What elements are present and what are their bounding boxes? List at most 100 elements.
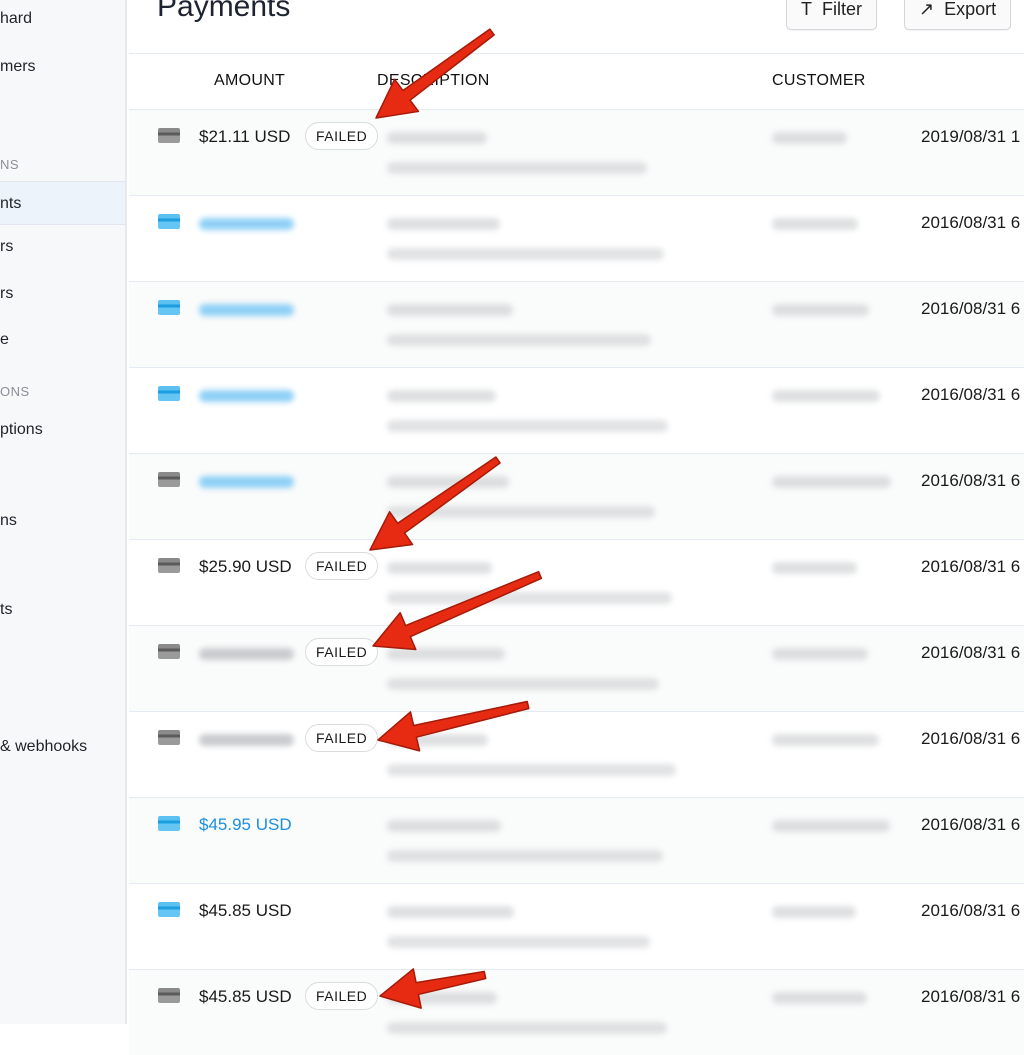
sidebar-item-subscriptions[interactable]: ptions (0, 421, 43, 439)
credit-card-icon (158, 730, 180, 745)
main-content: Payments T Filter ↗ Export AMOUNT DESCRI… (129, 0, 1024, 1055)
amount: $45.85 USD (199, 987, 292, 1006)
sidebar-item[interactable]: rs (0, 285, 13, 303)
blurred-description (387, 906, 514, 918)
blurred-amount (199, 734, 294, 746)
filter-icon: T (801, 0, 812, 19)
date: 2016/08/31 6 (921, 901, 1021, 920)
blurred-customer (772, 476, 891, 488)
date: 2016/08/31 6 (921, 815, 1021, 834)
blurred-customer (772, 734, 879, 746)
date: 2016/08/31 6 (921, 729, 1021, 748)
sidebar-item[interactable]: ts (0, 601, 12, 619)
credit-card-icon (158, 472, 180, 487)
blurred-description (387, 506, 655, 518)
blurred-amount (199, 648, 294, 660)
date: 2016/08/31 6 (921, 643, 1021, 662)
sidebar-item-dashboard[interactable]: hard (0, 10, 32, 28)
blurred-amount (199, 218, 294, 230)
date: 2016/08/31 6 (921, 987, 1021, 1006)
credit-card-icon (158, 386, 180, 401)
date: 2016/08/31 6 (921, 385, 1021, 404)
credit-card-icon (158, 300, 180, 315)
blurred-description (387, 420, 668, 432)
amount: $25.90 USD (199, 557, 292, 576)
table-row[interactable]: 2016/08/31 6 (129, 281, 1024, 367)
export-icon: ↗ (919, 0, 935, 19)
sidebar-item-webhooks[interactable]: & webhooks (0, 738, 87, 756)
status-badge: FAILED (305, 724, 379, 752)
table-row[interactable]: $45.85 USD 2016/08/31 6 (129, 883, 1024, 969)
credit-card-icon (158, 816, 180, 831)
blurred-description (387, 132, 487, 144)
blurred-description (387, 936, 650, 948)
date: 2016/08/31 6 (921, 471, 1021, 490)
blurred-description (387, 764, 676, 776)
blurred-customer (772, 992, 867, 1004)
status-badge: FAILED (305, 122, 379, 150)
sidebar-section-header: NS (0, 157, 20, 172)
table-row[interactable]: $25.90 USD FAILED 2016/08/31 6 (129, 539, 1024, 625)
table-row[interactable]: 2016/08/31 6 (129, 195, 1024, 281)
status-badge: FAILED (305, 552, 379, 580)
blurred-description (387, 562, 492, 574)
divider (129, 53, 1024, 54)
sidebar-item-label: nts (0, 195, 22, 212)
date: 2019/08/31 1 (921, 127, 1021, 146)
blurred-description (387, 476, 509, 488)
column-header-description[interactable]: DESCRIPTION (377, 72, 490, 90)
column-header-amount[interactable]: AMOUNT (214, 72, 285, 90)
export-button[interactable]: ↗ Export (904, 0, 1012, 30)
sidebar-item[interactable]: ns (0, 512, 17, 530)
table-row[interactable]: 2016/08/31 6 (129, 453, 1024, 539)
blurred-description (387, 390, 496, 402)
sidebar: hard mers NS nts rs rs e ONS ptions ns t… (0, 0, 127, 1024)
credit-card-icon (158, 988, 180, 1003)
blurred-customer (772, 132, 847, 144)
sidebar-item[interactable]: rs (0, 238, 13, 256)
blurred-customer (772, 304, 869, 316)
credit-card-icon (158, 128, 180, 143)
blurred-description (387, 850, 663, 862)
table-row[interactable]: $45.95 USD 2016/08/31 6 (129, 797, 1024, 883)
sidebar-item-payments[interactable]: nts (0, 181, 125, 225)
credit-card-icon (158, 558, 180, 573)
blurred-customer (772, 648, 868, 660)
blurred-description (387, 334, 651, 346)
table-row[interactable]: $21.11 USD FAILED 2019/08/31 1 (129, 109, 1024, 195)
sidebar-item[interactable]: e (0, 331, 9, 349)
blurred-description (387, 992, 497, 1004)
table-row[interactable]: FAILED 2016/08/31 6 (129, 711, 1024, 797)
sidebar-item-customers[interactable]: mers (0, 58, 36, 76)
blurred-amount (199, 476, 294, 488)
date: 2016/08/31 6 (921, 299, 1021, 318)
blurred-description (387, 734, 488, 746)
date: 2016/08/31 6 (921, 213, 1021, 232)
column-header-customer[interactable]: CUSTOMER (772, 72, 866, 90)
table-row[interactable]: 2016/08/31 6 (129, 367, 1024, 453)
status-badge: FAILED (305, 982, 379, 1010)
credit-card-icon (158, 214, 180, 229)
blurred-customer (772, 218, 858, 230)
blurred-description (387, 820, 501, 832)
filter-label: Filter (822, 0, 863, 19)
credit-card-icon (158, 902, 180, 917)
blurred-amount (199, 304, 294, 316)
table-row[interactable]: $45.85 USD FAILED 2016/08/31 6 (129, 969, 1024, 1055)
credit-card-icon (158, 644, 180, 659)
blurred-description (387, 162, 647, 174)
page-title: Payments (157, 0, 291, 23)
status-badge: FAILED (305, 638, 379, 666)
amount: $45.95 USD (199, 815, 292, 834)
table-row[interactable]: FAILED 2016/08/31 6 (129, 625, 1024, 711)
amount: $45.85 USD (199, 901, 292, 920)
date: 2016/08/31 6 (921, 557, 1021, 576)
blurred-description (387, 248, 664, 260)
blurred-customer (772, 820, 890, 832)
blurred-description (387, 592, 672, 604)
blurred-description (387, 304, 513, 316)
filter-button[interactable]: T Filter (786, 0, 878, 30)
blurred-customer (772, 390, 880, 402)
blurred-customer (772, 562, 857, 574)
blurred-description (387, 678, 659, 690)
